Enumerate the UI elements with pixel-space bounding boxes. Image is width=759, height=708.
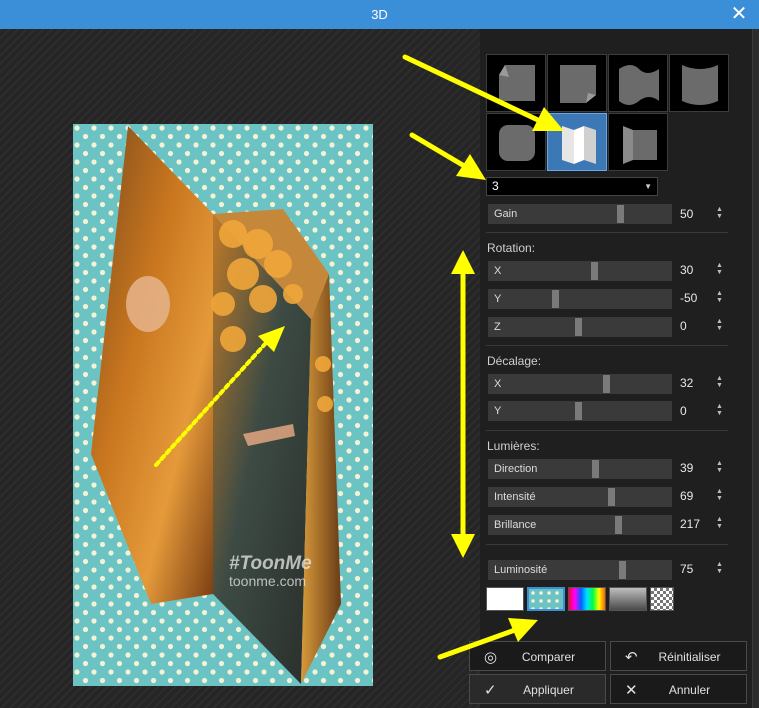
close-icon[interactable]: ✕ bbox=[719, 0, 759, 29]
direction-spinner-icon[interactable]: ▲ ▼ bbox=[716, 460, 726, 474]
offset-y-slider[interactable]: Y bbox=[488, 401, 672, 421]
rotation-y-spinner-icon[interactable]: ▲ ▼ bbox=[716, 290, 726, 304]
divider bbox=[486, 232, 728, 233]
rotation-x-value[interactable]: 30 bbox=[680, 263, 712, 277]
swatch-rainbow[interactable] bbox=[568, 587, 606, 611]
brightness-value[interactable]: 217 bbox=[680, 517, 712, 531]
window-title: 3D bbox=[371, 7, 388, 22]
chevron-down-icon: ▼ bbox=[644, 182, 652, 191]
side-strip bbox=[752, 29, 759, 708]
reset-button[interactable]: ↶ Réinitialiser bbox=[610, 641, 747, 671]
cancel-button-label: Annuler bbox=[668, 683, 711, 697]
preset-pillow[interactable] bbox=[486, 113, 546, 171]
offset-x-label: X bbox=[494, 378, 502, 390]
rotation-z-handle[interactable] bbox=[575, 318, 582, 336]
rotation-y-label: Y bbox=[494, 293, 502, 305]
direction-handle[interactable] bbox=[592, 460, 599, 478]
preset-dropdown[interactable]: 3 ▼ bbox=[486, 177, 658, 196]
preset-dropdown-value: 3 bbox=[492, 179, 499, 193]
luminosity-spinner-icon[interactable]: ▲ ▼ bbox=[716, 561, 726, 575]
rotation-z-label: Z bbox=[494, 321, 501, 333]
preset-page-curl[interactable] bbox=[486, 54, 546, 112]
preset-page-fold[interactable] bbox=[547, 54, 607, 112]
swatch-dots-teal[interactable] bbox=[527, 587, 565, 611]
offset-y-value[interactable]: 0 bbox=[680, 404, 712, 418]
intensity-slider[interactable]: Intensité bbox=[488, 487, 672, 507]
apply-button[interactable]: ✓ Appliquer bbox=[469, 674, 606, 704]
direction-label: Direction bbox=[494, 463, 538, 475]
luminosity-handle[interactable] bbox=[619, 561, 626, 579]
preset-wave[interactable] bbox=[608, 54, 668, 112]
rotation-y-slider[interactable]: Y bbox=[488, 289, 672, 309]
rotation-x-handle[interactable] bbox=[591, 262, 598, 280]
watermark-hashtag: #ToonMe bbox=[229, 553, 312, 574]
rotation-z-spinner-icon[interactable]: ▲ ▼ bbox=[716, 318, 726, 332]
rotation-x-spinner-icon[interactable]: ▲ ▼ bbox=[716, 262, 726, 276]
panel-icon bbox=[623, 126, 657, 164]
preset-panel[interactable] bbox=[608, 113, 668, 171]
direction-slider[interactable]: Direction bbox=[488, 459, 672, 479]
intensity-label: Intensité bbox=[494, 491, 536, 503]
luminosity-slider[interactable]: Luminosité bbox=[488, 560, 672, 580]
page-curl-icon bbox=[499, 65, 535, 101]
swatch-checkerboard[interactable] bbox=[650, 587, 674, 611]
offset-x-spinner-icon[interactable]: ▲ ▼ bbox=[716, 375, 726, 389]
swatch-gray-gradient[interactable] bbox=[609, 587, 647, 611]
preset-cylinder[interactable] bbox=[669, 54, 729, 112]
reset-button-label: Réinitialiser bbox=[658, 650, 721, 664]
brightness-label: Brillance bbox=[494, 519, 537, 531]
luminosity-value[interactable]: 75 bbox=[680, 562, 712, 576]
intensity-spinner-icon[interactable]: ▲ ▼ bbox=[716, 488, 726, 502]
divider bbox=[486, 345, 728, 346]
offset-y-handle[interactable] bbox=[575, 402, 582, 420]
pillow-icon bbox=[499, 125, 535, 161]
intensity-value[interactable]: 69 bbox=[680, 489, 712, 503]
swatch-white[interactable] bbox=[486, 587, 524, 611]
brightness-handle[interactable] bbox=[615, 516, 622, 534]
gain-slider[interactable]: Gain bbox=[488, 204, 672, 224]
page-fold-icon bbox=[560, 65, 596, 103]
offset-x-slider[interactable]: X bbox=[488, 374, 672, 394]
lights-heading: Lumières: bbox=[487, 439, 540, 453]
luminosity-label: Luminosité bbox=[494, 564, 548, 576]
compare-button[interactable]: ◎ Comparer bbox=[469, 641, 606, 671]
divider bbox=[486, 430, 728, 431]
offset-y-spinner-icon[interactable]: ▲ ▼ bbox=[716, 403, 726, 417]
watermark-url: toonme.com bbox=[229, 573, 306, 589]
gain-value[interactable]: 50 bbox=[680, 207, 712, 221]
rotation-z-value[interactable]: 0 bbox=[680, 319, 712, 333]
rotation-y-handle[interactable] bbox=[552, 290, 559, 308]
direction-value[interactable]: 39 bbox=[680, 461, 712, 475]
arrow-head-icon bbox=[508, 618, 538, 642]
preset-folded-panels[interactable] bbox=[547, 113, 607, 171]
rotation-heading: Rotation: bbox=[487, 241, 536, 255]
background-swatches bbox=[486, 587, 678, 611]
offset-x-value[interactable]: 32 bbox=[680, 376, 712, 390]
rotation-x-slider[interactable]: X bbox=[488, 261, 672, 281]
wave-icon bbox=[619, 65, 659, 105]
offset-heading: Décalage: bbox=[487, 354, 542, 368]
rotation-y-value[interactable]: -50 bbox=[680, 291, 712, 305]
rotation-z-slider[interactable]: Z bbox=[488, 317, 672, 337]
compare-button-label: Comparer bbox=[521, 650, 576, 664]
offset-x-handle[interactable] bbox=[603, 375, 610, 393]
cylinder-icon bbox=[682, 65, 718, 105]
gain-spinner-icon[interactable]: ▲ ▼ bbox=[716, 206, 726, 220]
offset-y-label: Y bbox=[494, 405, 502, 417]
brightness-spinner-icon[interactable]: ▲ ▼ bbox=[716, 516, 726, 530]
gain-label: Gain bbox=[494, 208, 518, 220]
intensity-handle[interactable] bbox=[608, 488, 615, 506]
brightness-slider[interactable]: Brillance bbox=[488, 515, 672, 535]
preset-grid bbox=[486, 54, 730, 172]
apply-button-label: Appliquer bbox=[523, 683, 574, 697]
gain-slider-handle[interactable] bbox=[617, 205, 624, 223]
divider bbox=[486, 544, 728, 545]
preview-canvas: #ToonMe toonme.com bbox=[73, 124, 373, 686]
cancel-button[interactable]: ✕ Annuler bbox=[610, 674, 747, 704]
folded-panels-icon bbox=[562, 126, 596, 164]
rotation-x-label: X bbox=[494, 265, 502, 277]
title-bar: 3D ✕ bbox=[0, 0, 759, 29]
